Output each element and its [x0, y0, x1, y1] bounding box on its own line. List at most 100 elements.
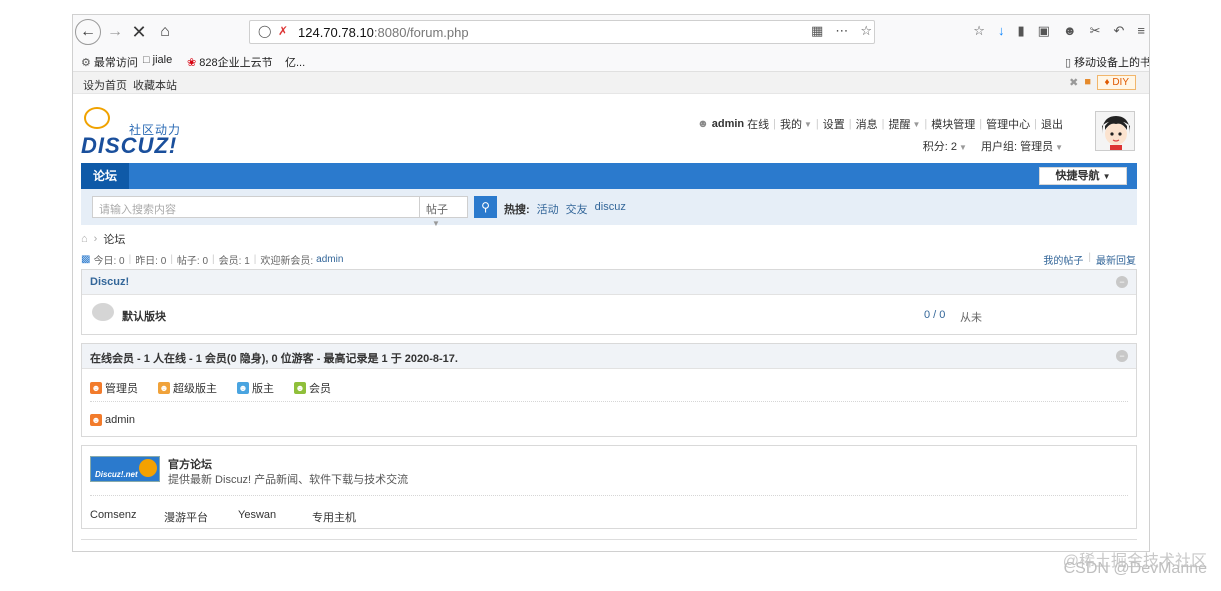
messages-link[interactable]: 消息 — [856, 116, 878, 132]
logout-link[interactable]: 退出 — [1041, 116, 1063, 132]
member-role-icon: ☻ — [294, 382, 306, 394]
separator: | — [848, 118, 852, 130]
style-icon[interactable]: ■ — [1084, 76, 1091, 89]
legend-moderator: ☻ 版主 — [237, 380, 274, 396]
module-manage-link[interactable]: 模块管理 — [931, 116, 975, 132]
my-menu-link[interactable]: 我的 — [780, 116, 802, 132]
settings-link[interactable]: 设置 — [823, 116, 845, 132]
site-top-bar: 设为首页 收藏本站 ✖ ■ ♦ DIY — [73, 71, 1149, 94]
watermark-line2: CSDN @DevMarine — [1063, 560, 1207, 577]
home-button[interactable]: ⌂ — [153, 20, 177, 44]
menu-icon[interactable]: ≡ — [1137, 23, 1145, 39]
usergroup-link[interactable]: 用户组: 管理员 ▼ — [981, 138, 1063, 154]
reminders-link[interactable]: 提醒 — [889, 116, 911, 132]
switch-icon[interactable]: ✖ — [1069, 76, 1078, 89]
forum-bubble-icon — [92, 303, 114, 321]
legend-label: 会员 — [309, 383, 331, 395]
address-bar[interactable]: ◯ ✗ 124.70.78.10:8080/forum.php ▦ ⋯ ☆ — [249, 20, 875, 44]
points-link[interactable]: 积分: 2 ▼ — [923, 138, 967, 154]
site-logo[interactable]: 社区动力 DISCUZ! — [81, 107, 191, 161]
folder-icon: □ — [143, 54, 150, 66]
home-icon: ⌂ — [160, 23, 170, 40]
arrow-left-icon: ← — [80, 23, 96, 40]
hot-search-link[interactable]: 交友 — [566, 201, 588, 217]
qr-code-icon[interactable]: ▦ — [811, 23, 823, 39]
shield-icon[interactable]: ◯ — [258, 24, 271, 38]
download-icon[interactable]: ↓ — [998, 23, 1005, 39]
tab-forum[interactable]: 论坛 — [81, 163, 129, 189]
admin-center-link[interactable]: 管理中心 — [986, 116, 1030, 132]
search-type-select[interactable]: 帖子 ▼ — [420, 196, 468, 228]
separator: | — [253, 254, 257, 265]
forum-name-link[interactable]: 默认版块 — [122, 308, 166, 324]
screenshot-icon[interactable]: ✂ — [1090, 23, 1101, 39]
search-bar: 请输入搜索内容 帖子 ▼ ⚲ 热搜: 活动 交友 discuz — [81, 189, 1137, 228]
online-header: 在线会员 - 1 人在线 - 1 会员(0 隐身), 0 位游客 - 最高记录是… — [82, 344, 1136, 369]
legend-label: 管理员 — [105, 383, 138, 395]
star-icon[interactable]: ☆ — [860, 23, 872, 39]
my-posts-link[interactable]: 我的帖子 — [1043, 252, 1083, 267]
caret-down-icon: ▼ — [1102, 172, 1111, 181]
library-icon[interactable]: ▮ — [1017, 23, 1024, 39]
bookmark-mobile[interactable]: ▯移动设备上的书签 — [1065, 54, 1149, 70]
separator: | — [170, 254, 173, 265]
forum-category: Discuz! − 默认版块 0 / 0 从未 — [81, 269, 1137, 335]
diy-button[interactable]: ♦ DIY — [1097, 75, 1136, 90]
arrow-right-icon: → — [107, 23, 123, 40]
friend-link[interactable]: 专用主机 — [312, 509, 386, 525]
online-status: 在线 — [747, 119, 770, 131]
username-link[interactable]: admin — [712, 118, 744, 130]
avatar[interactable] — [1095, 111, 1135, 151]
caret-down-icon: ▼ — [432, 219, 440, 228]
bookmark-label: 亿... — [285, 57, 306, 69]
friend-link[interactable]: Yeswan — [238, 509, 312, 525]
partner-logo[interactable]: Discuz!.net — [90, 456, 160, 482]
bookmark-jiale[interactable]: □ jiale — [143, 54, 172, 66]
undo-icon[interactable]: ↶ — [1114, 23, 1125, 39]
collapse-icon[interactable]: − — [1116, 276, 1128, 288]
more-actions-icon[interactable]: ⋯ — [835, 23, 848, 39]
separator: | — [924, 118, 928, 130]
bookmarks-bar: ⚙最常访问 □jiale ❀828企业上云节 亿... ▯移动设备上的书签 — [73, 49, 1149, 71]
caret-down-icon: ▼ — [912, 119, 921, 129]
url-text[interactable]: 124.70.78.10:8080/forum.php — [298, 25, 469, 40]
collapse-icon[interactable]: − — [1116, 350, 1128, 362]
member-legend: ☻ 管理员 ☻ 超级版主 ☻ 版主 ☻ 会员 — [90, 380, 331, 396]
reading-list-icon[interactable]: ☆ — [973, 23, 985, 39]
stat-members: 会员: 1 — [218, 256, 250, 267]
forward-button[interactable]: → — [103, 20, 127, 44]
online-username[interactable]: admin — [105, 414, 135, 426]
separator: | — [979, 118, 983, 130]
back-button[interactable]: ← — [75, 19, 101, 45]
post-links: 我的帖子 | 最新回复 — [1043, 252, 1136, 267]
category-title[interactable]: Discuz! — [90, 276, 129, 288]
home-icon[interactable]: ⌂ — [81, 233, 88, 245]
account-icon[interactable]: ☻ — [1063, 23, 1077, 39]
separator: | — [128, 254, 132, 265]
bookmark-cloud[interactable]: ❀ 828企业上云节 — [187, 54, 273, 70]
friend-link[interactable]: 漫游平台 — [164, 509, 238, 525]
separator: | — [773, 118, 776, 130]
new-member-link[interactable]: admin — [316, 254, 343, 265]
latest-replies-link[interactable]: 最新回复 — [1096, 252, 1136, 267]
online-title[interactable]: 在线会员 - 1 人在线 - 1 会员(0 隐身), 0 位游客 - 最高记录是… — [90, 350, 458, 366]
hot-search-link[interactable]: 活动 — [537, 201, 559, 217]
insecure-lock-icon[interactable]: ✗ — [278, 24, 288, 38]
partner-logo-sun-icon — [139, 459, 157, 477]
stop-button[interactable]: ✕ — [127, 20, 151, 44]
sidebar-icon[interactable]: ▣ — [1038, 23, 1050, 39]
friend-link[interactable]: Comsenz — [90, 509, 164, 525]
hot-search-link[interactable]: discuz — [595, 201, 626, 217]
quick-nav-button[interactable]: 快捷导航 ▼ — [1039, 167, 1127, 185]
online-user[interactable]: ☻ admin — [90, 414, 135, 426]
search-button[interactable]: ⚲ — [474, 196, 497, 218]
search-input[interactable]: 请输入搜索内容 — [92, 196, 420, 218]
set-home-link[interactable]: 设为首页 — [83, 77, 127, 93]
breadcrumb-forum[interactable]: 论坛 — [103, 231, 125, 247]
bookmark-yi[interactable]: 亿... — [285, 54, 305, 70]
bookmark-site-link[interactable]: 收藏本站 — [133, 77, 177, 93]
bookmark-most-visited[interactable]: ⚙ 最常访问 — [81, 54, 138, 70]
divider — [90, 401, 1128, 402]
partner-title-link[interactable]: 官方论坛 — [168, 456, 212, 472]
stat-posts: 帖子: 0 — [176, 256, 209, 267]
